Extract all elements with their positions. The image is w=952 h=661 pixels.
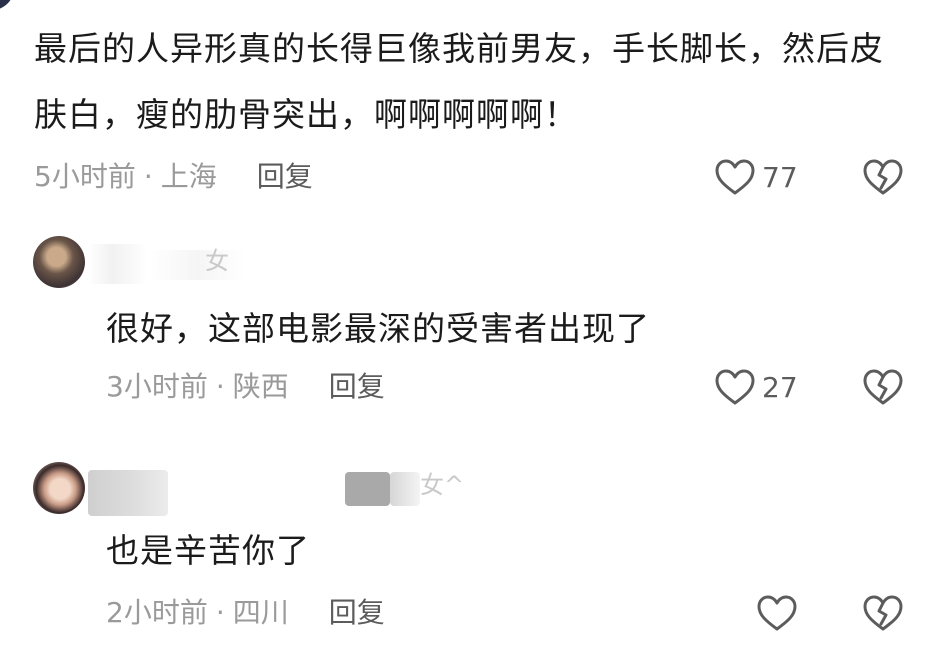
avatar[interactable] bbox=[33, 462, 85, 514]
like-button[interactable]: 27 bbox=[714, 368, 798, 406]
separator-dot: · bbox=[143, 160, 153, 193]
heart-outline-icon bbox=[715, 159, 755, 195]
reply-button[interactable]: 回复 bbox=[329, 596, 385, 629]
broken-heart-icon bbox=[863, 159, 903, 195]
like-count: 27 bbox=[762, 370, 798, 404]
like-count: 77 bbox=[762, 160, 798, 194]
separator-dot: · bbox=[215, 596, 225, 629]
comment-time: 3小时前 bbox=[106, 370, 208, 403]
username-fragment[interactable]: 女 bbox=[205, 246, 229, 276]
avatar[interactable] bbox=[0, 0, 14, 10]
comment-text: 最后的人异形真的长得巨像我前男友，手长脚长，然后皮肤白，瘦的肋骨突出，啊啊啊啊啊… bbox=[34, 29, 884, 134]
comment-text: 很好，这部电影最深的受害者出现了 bbox=[106, 309, 650, 348]
comment-time: 5小时前 bbox=[34, 160, 136, 193]
heart-outline-icon bbox=[715, 369, 755, 405]
comment-text: 也是辛苦你了 bbox=[106, 531, 310, 570]
username-redacted bbox=[390, 472, 420, 506]
heart-outline-icon bbox=[757, 595, 797, 631]
comment-thread: 最后的人异形真的长得巨像我前男友，手长脚长，然后皮肤白，瘦的肋骨突出，啊啊啊啊啊… bbox=[0, 0, 952, 661]
username-redacted bbox=[88, 470, 168, 516]
comment-time: 2小时前 bbox=[106, 596, 208, 629]
reply-button[interactable]: 回复 bbox=[257, 160, 313, 193]
like-button[interactable]: 77 bbox=[714, 158, 798, 196]
dislike-button[interactable] bbox=[862, 368, 904, 410]
comment-location: 上海 bbox=[160, 160, 217, 193]
username-redacted bbox=[150, 250, 245, 280]
dislike-button[interactable] bbox=[862, 158, 904, 200]
separator-dot: · bbox=[215, 370, 225, 403]
comment-meta: 3小时前 · 陕西 回复 bbox=[106, 370, 385, 404]
username-redacted bbox=[345, 472, 390, 506]
comment-meta: 5小时前 · 上海 回复 bbox=[34, 160, 313, 194]
like-button[interactable] bbox=[756, 594, 798, 632]
comment-meta: 2小时前 · 四川 回复 bbox=[106, 596, 385, 630]
reply-button[interactable]: 回复 bbox=[329, 370, 385, 403]
username-redacted bbox=[88, 244, 148, 284]
dislike-button[interactable] bbox=[862, 594, 904, 636]
broken-heart-icon bbox=[863, 369, 903, 405]
avatar[interactable] bbox=[33, 236, 85, 288]
comment-location: 四川 bbox=[232, 596, 289, 629]
comment-location: 陕西 bbox=[232, 370, 289, 403]
username-fragment[interactable]: 女^ bbox=[420, 470, 464, 500]
broken-heart-icon bbox=[863, 595, 903, 631]
